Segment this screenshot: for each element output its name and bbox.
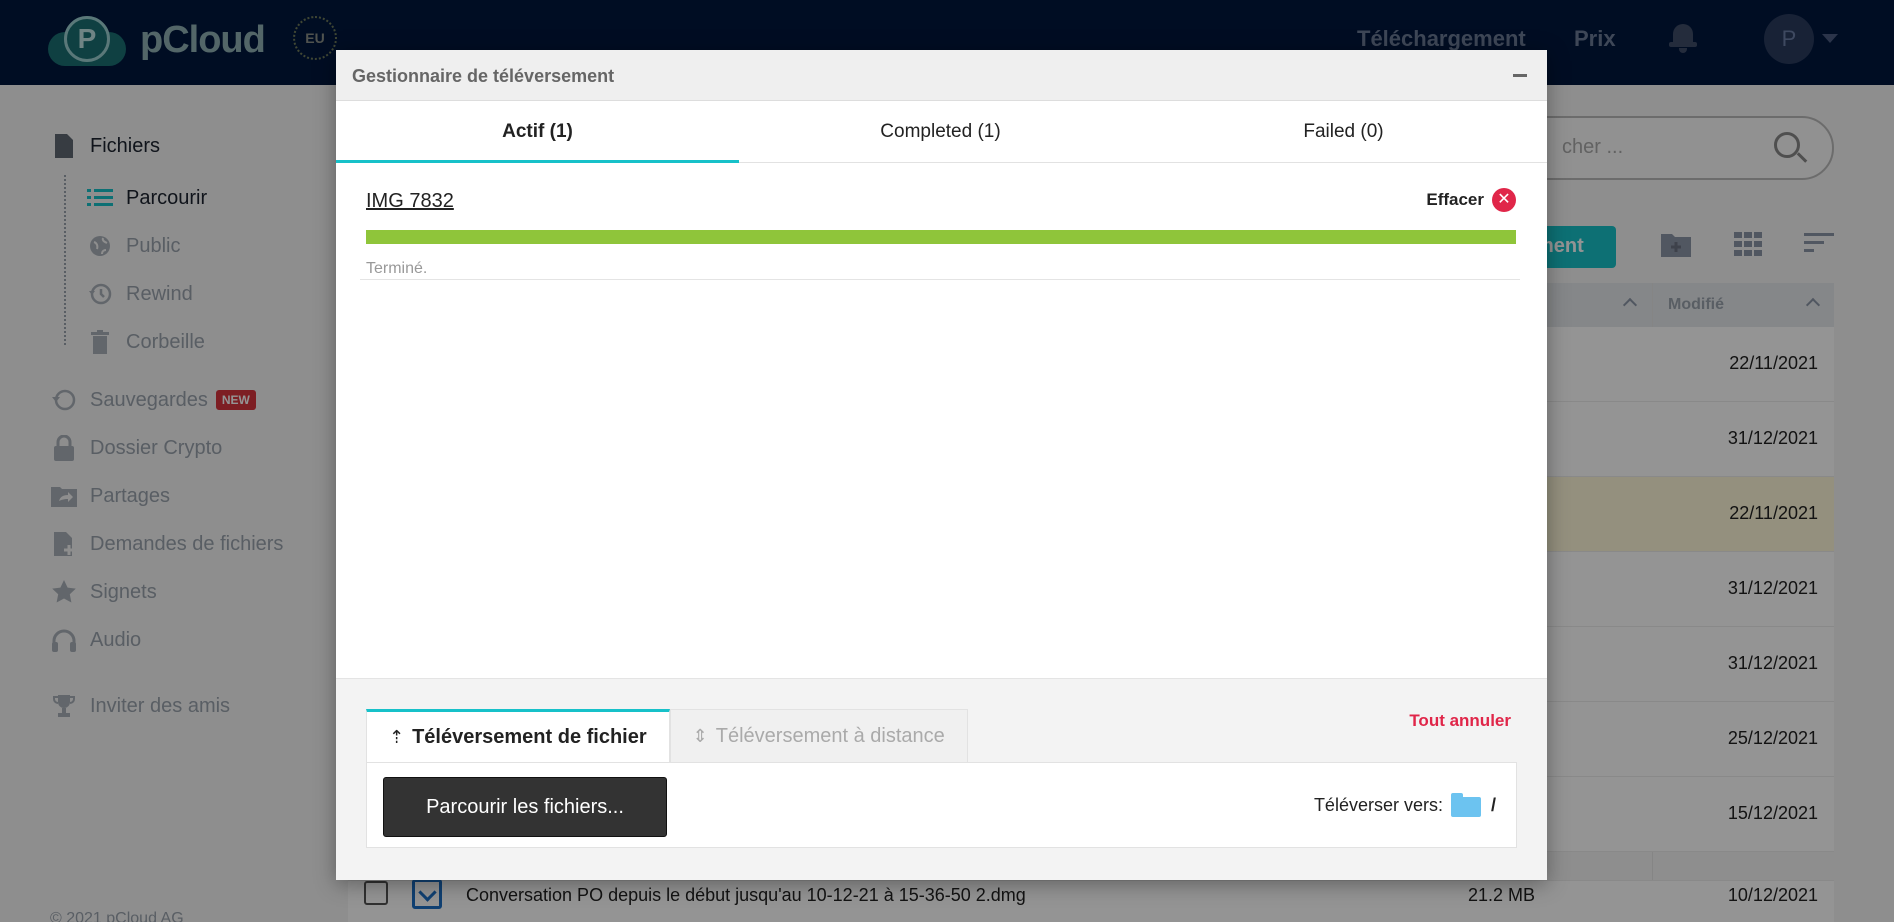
folder-icon xyxy=(1450,793,1481,817)
clear-button[interactable]: Effacer ✕ xyxy=(1426,188,1516,212)
upload-controls: Tout annuler ⇡ Téléversement de fichier … xyxy=(336,678,1547,880)
upload-progress-fill xyxy=(366,230,1516,244)
file-upload-panel: Parcourir les fichiers... Téléverser ver… xyxy=(366,762,1517,848)
tab-remote-upload[interactable]: ⇕ Téléversement à distance xyxy=(669,709,968,763)
upload-status: Terminé. xyxy=(366,260,428,277)
upload-mode-tabs: ⇡ Téléversement de fichier ⇕ Téléverseme… xyxy=(366,709,968,763)
tab-failed[interactable]: Failed (0) xyxy=(1142,101,1545,163)
minimize-icon[interactable] xyxy=(1513,74,1527,77)
tab-completed[interactable]: Completed (1) xyxy=(739,101,1142,163)
browse-files-button[interactable]: Parcourir les fichiers... xyxy=(383,777,667,837)
clear-label: Effacer xyxy=(1426,190,1484,209)
upload-manager-dialog: Gestionnaire de téléversement Actif (1) … xyxy=(336,50,1547,880)
upload-progress-bar xyxy=(366,230,1516,244)
upload-item: IMG 7832 Effacer ✕ Terminé. xyxy=(360,180,1520,280)
upload-arrow-icon: ⇡ xyxy=(389,726,405,747)
upload-destination[interactable]: Téléverser vers: / xyxy=(1314,793,1496,817)
tab-file-upload[interactable]: ⇡ Téléversement de fichier xyxy=(366,709,670,763)
destination-path[interactable]: / xyxy=(1491,795,1496,816)
upload-tabs: Actif (1) Completed (1) Failed (0) xyxy=(336,101,1547,163)
tab-file-upload-label: Téléversement de fichier xyxy=(412,725,647,748)
dialog-header: Gestionnaire de téléversement xyxy=(336,50,1547,101)
tab-active[interactable]: Actif (1) xyxy=(336,101,739,163)
tab-remote-upload-label: Téléversement à distance xyxy=(715,724,945,747)
cancel-all-button[interactable]: Tout annuler xyxy=(1409,711,1511,731)
upload-file-name[interactable]: IMG 7832 xyxy=(366,190,454,213)
dialog-title: Gestionnaire de téléversement xyxy=(352,66,615,86)
link-icon: ⇕ xyxy=(692,725,708,746)
close-icon[interactable]: ✕ xyxy=(1492,188,1516,212)
destination-label: Téléverser vers: xyxy=(1313,794,1443,815)
